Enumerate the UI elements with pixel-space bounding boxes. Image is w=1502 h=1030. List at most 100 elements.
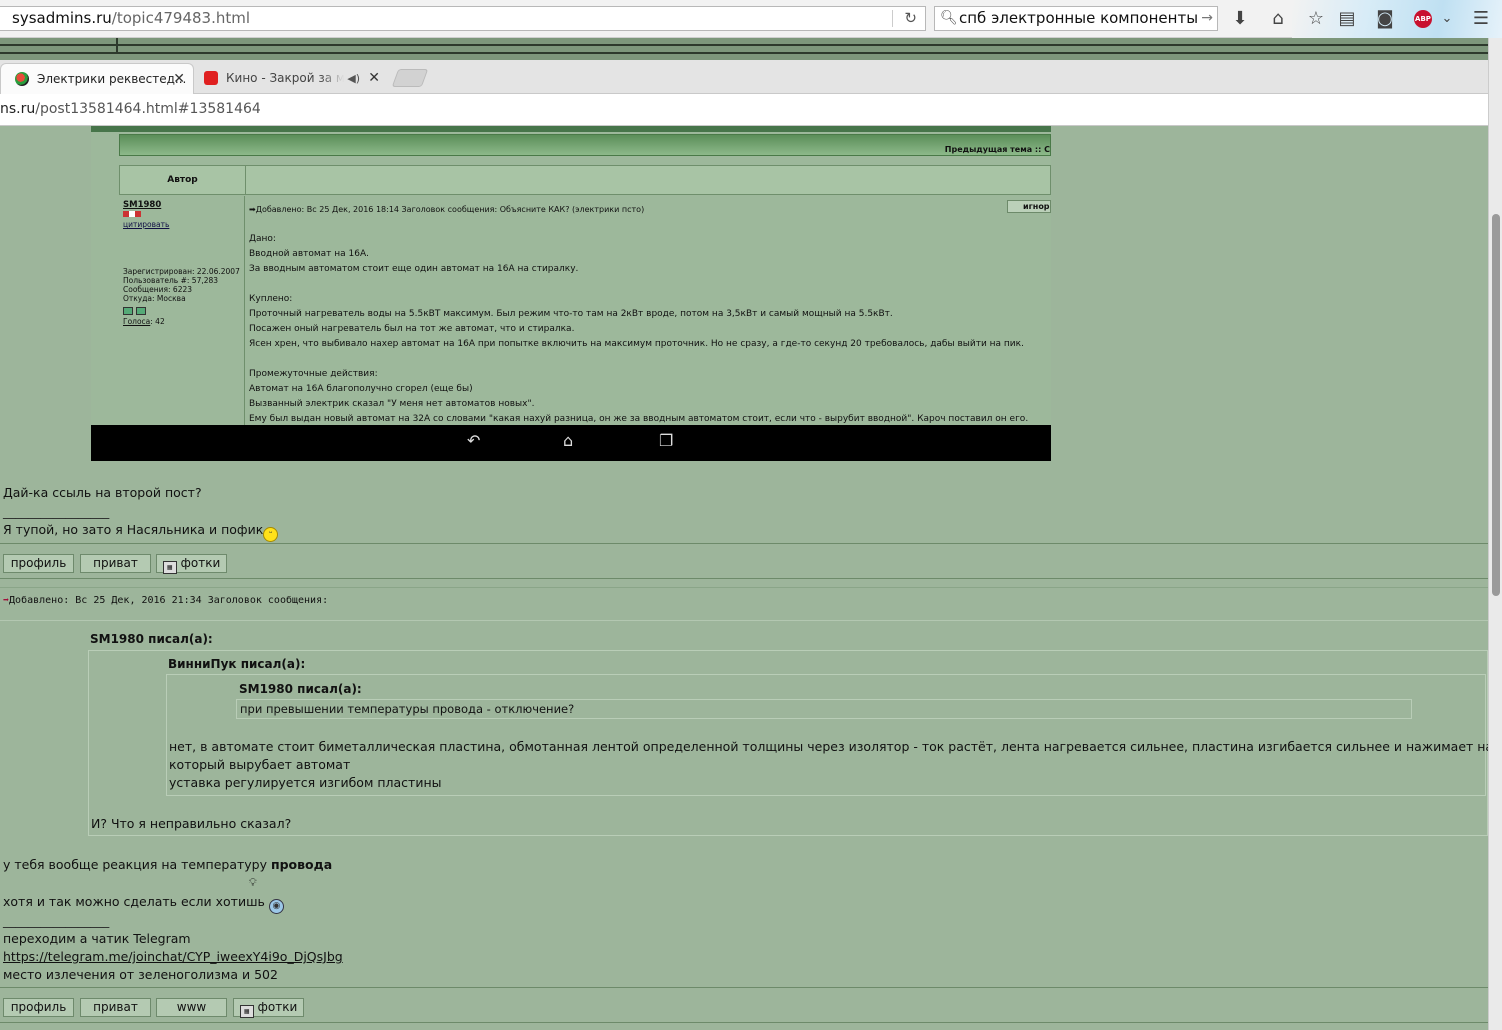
reply-text-bold: провода [270, 857, 333, 872]
tab-electricians[interactable]: Электрики реквестед... ✕ [0, 63, 194, 94]
cite-link: цитировать [123, 220, 170, 229]
reply-text-a: у тебя вообще реакция на температуру [3, 857, 271, 872]
divider [0, 578, 1488, 579]
divider [0, 44, 1488, 46]
badge-icon [136, 307, 146, 315]
bookmark-star-icon[interactable]: ☆ [1303, 6, 1329, 32]
photo-icon: ▦ [162, 561, 177, 574]
adblock-plus-icon[interactable]: ABP [1414, 10, 1432, 28]
scrollbar[interactable] [1488, 38, 1502, 1030]
search-box[interactable]: 🔍︎ спб электронные компоненты → [934, 6, 1218, 31]
close-icon[interactable]: ✕ [173, 64, 185, 94]
pocket-icon[interactable]: ◙ [1372, 6, 1398, 32]
user-number: Пользователь #: 57,283 [123, 276, 219, 285]
android-nav-bar: ↶ ⌂ ❐ [91, 425, 1051, 461]
reload-icon[interactable]: ↻ [904, 7, 917, 30]
user-icons [123, 307, 240, 317]
nerd-smiley-icon: ◉ [268, 899, 284, 914]
search-icon: 🔍︎ [940, 10, 958, 26]
signature-text: переходим а чатик Telegram [3, 931, 191, 946]
post-text: Дай-ка ссыль на второй пост? [3, 485, 202, 500]
lightbulb-icon: 💡︎ [249, 876, 257, 889]
signature-text: Я тупой, но зато я Насяльника и пофик [3, 522, 264, 537]
reading-list-icon[interactable]: ▤ [1334, 6, 1360, 32]
post2-meta: ➡Добавлено: Вс 25 Дек, 2016 21:34 Заголо… [3, 595, 328, 606]
search-go-icon[interactable]: → [1201, 7, 1213, 30]
photos-button[interactable]: ▦ фотки [156, 554, 227, 574]
photos-button[interactable]: ▦ фотки [233, 998, 304, 1018]
badge-icon [123, 307, 133, 315]
tab-kino[interactable]: Кино - Закрой за мной ◀) ✕ [196, 63, 388, 94]
profile-button[interactable]: профиль [3, 998, 74, 1017]
reply-text: у тебя вообще реакция на температуру про… [3, 857, 332, 872]
home-icon[interactable]: ⌂ [1265, 6, 1291, 32]
outer-toolbar: sysadmins.ru/topic479483.html ↻ 🔍︎ спб э… [0, 0, 1502, 38]
chevron-down-icon[interactable]: ⌄ [1434, 6, 1460, 32]
post-meta-text: Добавлено: Вс 25 Дек, 2016 18:14 Заголов… [255, 205, 645, 214]
profile-button[interactable]: профиль [3, 554, 74, 573]
forum-page: Предыдущая тема :: С Автор SM1980 цитиро… [0, 126, 1488, 1030]
back-icon: ↶ [467, 431, 481, 450]
url-separator [892, 10, 893, 27]
private-message-button[interactable]: приват [80, 554, 151, 573]
quote-author: SM1980 писал(а): [239, 682, 362, 696]
registered-date: Зарегистрирован: 22.06.2007 [123, 267, 240, 276]
site-favicon-icon [15, 72, 29, 86]
divider [0, 987, 1488, 988]
signature-divider: _________________ [3, 913, 110, 928]
post-author-panel: SM1980 цитировать Зарегистрирован: 22.06… [119, 196, 245, 461]
votes-label: Голоса [123, 317, 151, 326]
message-count: Сообщения: 6223 [123, 285, 193, 294]
post-body-text: Дано: Вводной автомат на 16А. За вводным… [249, 234, 1029, 424]
quote-middle-text: нет, в автомате стоит биметаллическая пл… [169, 739, 1488, 754]
divider [0, 52, 1488, 54]
url-path: /topic479483.html [111, 9, 251, 27]
ignore-button: игнор [1007, 200, 1051, 213]
url-path: /post13581464.html#13581464 [35, 101, 261, 117]
new-tab-button[interactable] [391, 69, 429, 87]
topic-nav-band: Предыдущая тема :: С [119, 134, 1051, 156]
divider [0, 543, 1488, 544]
author-nick: SM1980 [123, 200, 162, 210]
telegram-link-text[interactable]: https://telegram.me/joinchat/CYP_iweexY4… [3, 949, 343, 964]
prev-topic-link: Предыдущая тема :: С [944, 145, 1050, 154]
divider [0, 1022, 1488, 1023]
url-host: sysadmins.ru [12, 9, 112, 27]
page-header-strip [0, 38, 1488, 60]
youtube-icon [204, 71, 218, 85]
post2-meta-text: Добавлено: Вс 25 Дек, 2016 21:34 Заголов… [9, 595, 329, 606]
home-icon: ⌂ [563, 431, 574, 450]
author-header: Автор [119, 165, 1051, 195]
signature-text: место излечения от зеленоголизма и 502 [3, 967, 278, 982]
post-meta: ➡Добавлено: Вс 25 Дек, 2016 18:14 Заголо… [249, 205, 645, 214]
url-bar[interactable]: sysadmins.ru/topic479483.html ↻ [0, 6, 926, 31]
scrollbar-thumb[interactable] [1492, 214, 1500, 596]
quote-outer-text: И? Что я неправильно сказал? [91, 816, 292, 831]
www-button[interactable]: www [156, 998, 227, 1017]
close-icon[interactable]: ✕ [368, 63, 380, 94]
screenshot-post: SM1980 цитировать Зарегистрирован: 22.06… [119, 196, 1051, 461]
location: Откуда: Москва [123, 294, 186, 303]
smiley-icon: ᵕ [263, 527, 279, 542]
flag-icon [123, 211, 141, 217]
download-icon[interactable]: ⬇ [1227, 6, 1253, 32]
divider [0, 620, 1488, 621]
signature: Я тупой, но зато я Насяльника и пофик ᵕ [3, 522, 279, 542]
post-body-panel: ➡Добавлено: Вс 25 Дек, 2016 18:14 Заголо… [249, 196, 1051, 461]
divider [116, 38, 118, 52]
menu-icon[interactable]: ☰ [1468, 6, 1494, 32]
votes: Голоса: 42 [123, 317, 240, 326]
photos-label: фотки [257, 1000, 298, 1014]
photo-icon: ▦ [239, 1005, 254, 1018]
speaker-icon[interactable]: ◀) [347, 63, 360, 94]
search-text: спб электронные компоненты [959, 9, 1199, 27]
photos-label: фотки [180, 556, 221, 570]
screenshot-topbar [91, 126, 1051, 132]
telegram-link[interactable]: https://telegram.me/joinchat/CYP_iweexY4… [3, 949, 343, 964]
private-message-button[interactable]: приват [80, 998, 151, 1017]
quote-middle-text: уставка регулируется изгибом пластины [169, 775, 442, 790]
quote-author: SM1980 писал(а): [90, 632, 213, 646]
tab-label: Электрики реквестед... [37, 72, 187, 86]
embedded-screenshot: Предыдущая тема :: С Автор SM1980 цитиро… [91, 126, 1051, 461]
inner-url-bar[interactable]: ns.ru/post13581464.html#13581464 [0, 94, 1488, 126]
